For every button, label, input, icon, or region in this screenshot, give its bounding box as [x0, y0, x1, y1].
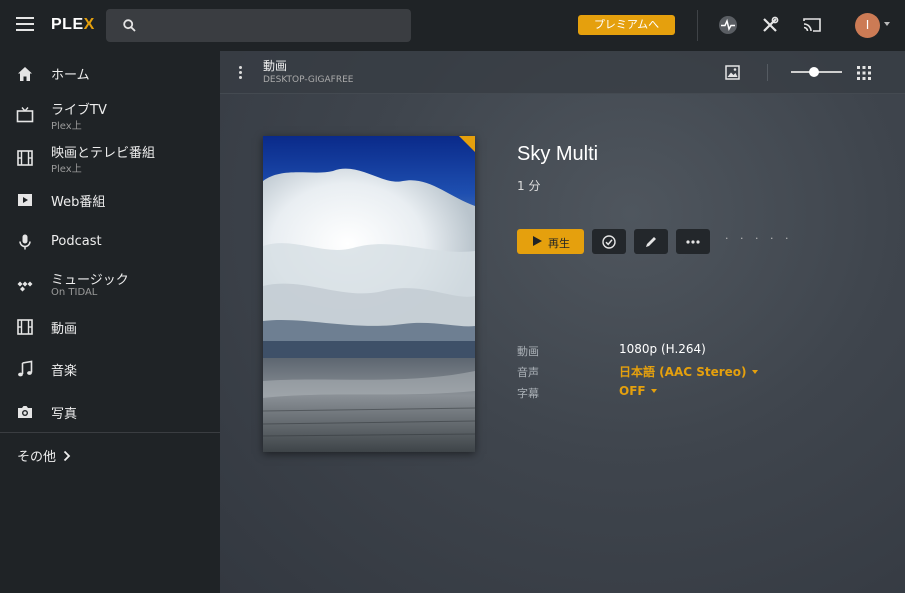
sidebar-item-videos[interactable]: 動画	[0, 306, 220, 346]
sidebar-item-home[interactable]: ホーム	[0, 53, 220, 93]
music-note-icon	[18, 360, 33, 377]
mark-watched-button[interactable]	[592, 229, 626, 254]
zoom-slider[interactable]	[791, 67, 842, 77]
sidebar-item-live-tv[interactable]: ライブTV Plex上	[0, 94, 220, 134]
tv-icon	[16, 107, 34, 123]
tools-icon[interactable]	[760, 15, 780, 35]
home-icon	[18, 67, 32, 81]
microphone-icon	[19, 234, 31, 250]
divider	[697, 10, 698, 41]
chevron-down-icon[interactable]	[884, 22, 890, 26]
play-icon	[18, 194, 32, 206]
play-icon	[533, 236, 542, 246]
edit-button[interactable]	[634, 229, 668, 254]
chevron-down-icon	[751, 370, 758, 374]
sidebar-item-label: ライブTV	[51, 103, 107, 118]
film-icon	[17, 319, 33, 335]
cast-icon[interactable]	[802, 15, 822, 35]
unwatched-indicator	[459, 136, 475, 152]
media-duration: 1 分	[517, 179, 541, 193]
sidebar: ホーム ライブTV Plex上 映画とテレビ番組 Plex上 Web番組 Pod…	[0, 51, 220, 593]
grid-icon[interactable]	[857, 66, 871, 80]
audio-track-dropdown[interactable]: 日本語 (AAC Stereo)	[619, 363, 758, 380]
top-bar: PLEX プレミアムへ I	[0, 0, 905, 51]
chevron-right-icon	[64, 450, 71, 462]
sidebar-item-label: ミュージック	[51, 273, 129, 288]
chevron-down-icon	[650, 389, 657, 393]
plex-logo[interactable]: PLEX	[51, 16, 95, 34]
sidebar-item-sublabel: Plex上	[51, 121, 82, 132]
film-icon	[17, 150, 33, 166]
more-vertical-icon[interactable]	[239, 66, 243, 80]
sidebar-item-label: ホーム	[51, 68, 90, 83]
sidebar-item-music[interactable]: 音楽	[0, 348, 220, 388]
sidebar-item-music-tidal[interactable]: ミュージック On TIDAL	[0, 264, 220, 304]
detail-label-video: 動画	[517, 345, 539, 358]
search-input[interactable]	[106, 9, 411, 42]
pencil-icon	[646, 237, 656, 247]
server-name: DESKTOP-GIGAFREE	[263, 75, 354, 85]
check-circle-icon	[602, 235, 616, 249]
sidebar-item-label: 映画とテレビ番組	[51, 146, 156, 161]
sidebar-item-web-shows[interactable]: Web番組	[0, 179, 220, 219]
detail-label-audio: 音声	[517, 366, 539, 379]
sidebar-item-photos[interactable]: 写真	[0, 391, 220, 431]
camera-icon	[18, 406, 32, 418]
play-button[interactable]: 再生	[517, 229, 584, 254]
slider-knob[interactable]	[809, 67, 820, 77]
more-link[interactable]: その他	[17, 446, 71, 465]
sidebar-item-label: 動画	[51, 322, 78, 337]
tidal-icon	[17, 281, 33, 292]
subtitle-dropdown[interactable]: OFF	[619, 384, 657, 398]
divider	[0, 432, 220, 433]
sidebar-item-movies-tv[interactable]: 映画とテレビ番組 Plex上	[0, 137, 220, 177]
search-icon	[123, 19, 136, 32]
avatar[interactable]: I	[855, 13, 880, 38]
loading-indicator: · · · · ·	[725, 232, 793, 245]
page-title: 動画	[263, 59, 288, 73]
divider	[767, 64, 768, 81]
sidebar-item-label: Web番組	[51, 195, 106, 210]
sidebar-item-label: 写真	[51, 407, 78, 422]
hamburger-icon[interactable]	[16, 17, 34, 31]
premium-button[interactable]: プレミアムへ	[578, 15, 675, 35]
detail-value-video: 1080p (H.264)	[619, 342, 706, 356]
sidebar-item-sublabel: Plex上	[51, 164, 82, 175]
activity-icon[interactable]	[718, 15, 738, 35]
more-options-button[interactable]	[676, 229, 710, 254]
library-header: 動画 DESKTOP-GIGAFREE	[220, 51, 905, 94]
media-title: Sky Multi	[517, 143, 599, 165]
sidebar-item-label: Podcast	[51, 234, 102, 249]
more-horizontal-icon	[686, 240, 700, 244]
detail-label-subtitles: 字幕	[517, 387, 539, 400]
sidebar-item-podcast[interactable]: Podcast	[0, 221, 220, 261]
image-icon[interactable]	[725, 65, 740, 80]
poster-image[interactable]	[263, 136, 475, 452]
sidebar-item-sublabel: On TIDAL	[51, 287, 98, 298]
main-content: 動画 DESKTOP-GIGAFREE Sky Multi 1 分 再生 · ·…	[220, 51, 905, 593]
sidebar-item-label: 音楽	[51, 364, 78, 379]
